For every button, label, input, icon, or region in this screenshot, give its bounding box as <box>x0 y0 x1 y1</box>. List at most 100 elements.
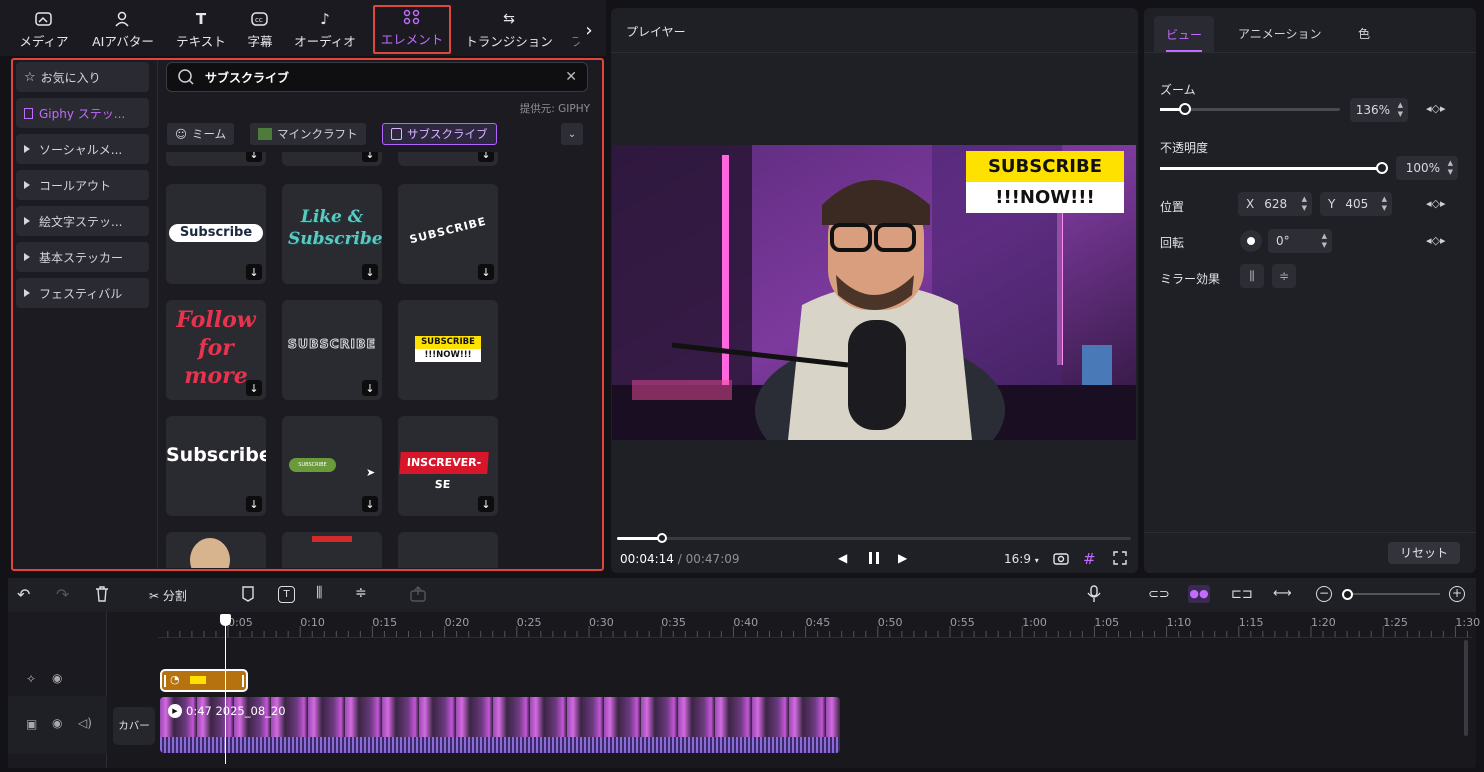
eye-icon[interactable]: ◉ <box>52 671 62 685</box>
search-box[interactable]: サブスクライブ ✕ <box>166 62 588 92</box>
tab-animation[interactable]: アニメーション <box>1238 25 1322 42</box>
tabs-next-button[interactable]: › <box>578 18 600 42</box>
clip-trim-handle[interactable] <box>242 675 244 687</box>
total-time: 00:47:09 <box>685 552 740 566</box>
search-input[interactable]: サブスクライブ <box>205 69 289 86</box>
playback-progress-handle[interactable] <box>657 533 667 543</box>
mirror-vertical-button[interactable]: ≑ <box>1272 264 1296 288</box>
prev-frame-button[interactable]: ◀︎ <box>838 551 847 565</box>
tab-text[interactable]: T テキスト <box>172 8 230 54</box>
sidebar-item-favorites[interactable]: ☆ お気に入り <box>16 62 149 92</box>
sidebar-item-callout[interactable]: コールアウト <box>16 170 149 200</box>
chips-expand-button[interactable]: ⌄ <box>561 123 583 145</box>
sticker-inscrever[interactable]: INSCREVER-SE ↓ <box>398 416 498 516</box>
tab-caption[interactable]: cc 字幕 <box>244 8 276 54</box>
sticker-subscribe-now[interactable]: SUBSCRIBE !!!NOW!!! <box>398 300 498 400</box>
microphone-button[interactable] <box>1087 585 1101 606</box>
sticker-tile[interactable]: ↓ <box>398 152 498 166</box>
undo-button[interactable]: ↶ <box>17 585 30 604</box>
zoom-slider[interactable] <box>1160 103 1340 115</box>
video-clip[interactable]: ▶ 0:47 2025_08_20 <box>160 697 840 753</box>
keyframe-nav-icon[interactable]: ◂◇▸ <box>1426 234 1446 247</box>
mirror-tool-button[interactable]: ⫼ <box>316 585 322 601</box>
sidebar-item-basic[interactable]: 基本ステッカー <box>16 242 149 272</box>
zoom-in-button[interactable]: + <box>1449 586 1465 602</box>
split-button[interactable]: ✂ 分割 <box>149 587 187 604</box>
zoom-out-button[interactable]: − <box>1316 586 1332 602</box>
zoom-slider-handle[interactable] <box>1179 103 1191 115</box>
reset-button[interactable]: リセット <box>1388 542 1460 564</box>
chip-minecraft[interactable]: マインクラフト <box>250 123 366 145</box>
export-clip-button[interactable] <box>410 586 426 605</box>
grid-toggle-button[interactable]: # <box>1083 550 1096 568</box>
timeline-zoom-handle[interactable] <box>1342 589 1353 600</box>
chip-subscribe[interactable]: サブスクライブ <box>382 123 497 145</box>
cover-button[interactable]: カバー <box>113 707 155 745</box>
keyframe-nav-icon[interactable]: ◂◇▸ <box>1426 102 1446 115</box>
overlay-subscribe-sticker[interactable]: SUBSCRIBE !!!NOW!!! <box>966 151 1124 213</box>
sticker-tile[interactable]: ↓ <box>166 152 266 166</box>
mirror-horizontal-button[interactable]: ⫼ <box>1240 264 1264 288</box>
aspect-ratio-select[interactable]: 16:9 ▾ <box>1004 552 1039 566</box>
eye-icon[interactable]: ◉ <box>52 716 62 730</box>
playhead[interactable] <box>220 614 231 764</box>
playhead-handle[interactable] <box>220 614 231 626</box>
fullscreen-button[interactable] <box>1113 551 1127 568</box>
keyframe-nav-icon[interactable]: ◂◇▸ <box>1426 197 1446 210</box>
tab-ai-avatar[interactable]: AIアバター <box>88 8 158 54</box>
tab-audio[interactable]: ♪ オーディオ <box>290 8 360 54</box>
sticker-follow-more[interactable]: Follow for more ↓ <box>166 300 266 400</box>
align-tool-button[interactable]: ≑ <box>355 585 367 601</box>
text-tool-button[interactable]: T <box>278 586 295 603</box>
tab-transition[interactable]: ⇆ トランジション <box>462 8 556 54</box>
zoom-value-input[interactable]: 136% ▲ ▼ <box>1350 98 1408 122</box>
sticker-subscribe-outline[interactable]: SUBSCRIBE ↓ <box>282 300 382 400</box>
clear-search-icon[interactable]: ✕ <box>565 69 577 85</box>
inspector-footer-divider <box>1144 532 1476 533</box>
pause-button[interactable] <box>866 550 882 566</box>
star-icon: ☆ <box>24 69 36 85</box>
microphone-icon <box>1087 585 1101 602</box>
snap-button[interactable]: ●● <box>1188 585 1210 603</box>
video-preview[interactable]: SUBSCRIBE !!!NOW!!! <box>612 145 1136 440</box>
chip-meme[interactable]: ☺ ミーム <box>167 123 235 145</box>
sidebar-item-festival[interactable]: フェスティバル <box>16 278 149 308</box>
sidebar-item-giphy[interactable]: Giphy ステッ... <box>16 98 149 128</box>
position-y-input[interactable]: Y 405 ▲ ▼ <box>1320 192 1392 216</box>
sticker-subscribe-green[interactable]: SUBSCRIBE ➤ ↓ <box>282 416 382 516</box>
sticker-tile[interactable] <box>398 532 498 568</box>
sticker-tile[interactable] <box>166 532 266 568</box>
opacity-slider-handle[interactable] <box>1376 162 1388 174</box>
sticker-subscribe-pill[interactable]: Subscribe ↓ <box>166 184 266 284</box>
sticker-clip[interactable]: ◔ <box>160 669 248 692</box>
tab-color[interactable]: 色 <box>1358 25 1370 42</box>
sidebar-item-social[interactable]: ソーシャルメ... <box>16 134 149 164</box>
tab-media[interactable]: メディア <box>14 8 74 54</box>
redo-button[interactable]: ↷ <box>56 585 69 604</box>
opacity-value-input[interactable]: 100% ▲ ▼ <box>1396 156 1458 180</box>
rotation-input[interactable]: 0° ▲ ▼ <box>1268 229 1332 253</box>
fit-timeline-button[interactable]: ⟷ <box>1273 586 1292 601</box>
speaker-icon[interactable]: ◁) <box>78 716 92 730</box>
tab-element[interactable]: エレメント <box>373 5 451 54</box>
sticker-subscribe-curved[interactable]: SUBSCRIBE ↓ <box>398 184 498 284</box>
clip-trim-handle[interactable] <box>164 675 166 687</box>
tab-view[interactable]: ビュー <box>1154 16 1214 52</box>
marker-button[interactable] <box>241 586 255 605</box>
position-x-input[interactable]: X 628 ▲ ▼ <box>1238 192 1312 216</box>
link-button[interactable]: ⊂⊃ <box>1148 587 1170 602</box>
sticker-like-subscribe[interactable]: Like & Subscribe ↓ <box>282 184 382 284</box>
split-view-button[interactable]: ⊏⊐ <box>1231 587 1253 602</box>
sidebar-item-emoji[interactable]: 絵文字ステッ... <box>16 206 149 236</box>
opacity-slider[interactable] <box>1160 162 1388 174</box>
delete-button[interactable] <box>94 585 110 606</box>
snapshot-button[interactable] <box>1053 551 1069 569</box>
sticker-tile[interactable] <box>282 532 382 568</box>
timeline-vertical-scrollbar[interactable] <box>1464 640 1468 736</box>
timeline-zoom-slider[interactable] <box>1344 593 1440 595</box>
sticker-tile[interactable]: ↓ <box>282 152 382 166</box>
sticker-subscribe-plain[interactable]: Subscribe ↓ <box>166 416 266 516</box>
playback-progress-track[interactable] <box>617 533 1131 543</box>
rotation-dial[interactable] <box>1240 230 1262 252</box>
next-frame-button[interactable]: ▶︎ <box>898 551 907 565</box>
